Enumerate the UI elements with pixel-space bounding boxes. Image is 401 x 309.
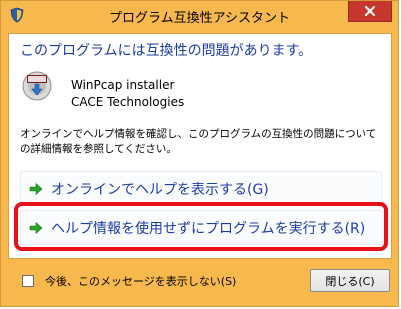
close-button[interactable]: 閉じる(C) xyxy=(310,269,390,292)
description-text: オンラインでヘルプ情報を確認し、このプログラムの互換性の問題についての詳細情報を… xyxy=(20,128,377,155)
program-company: CACE Technologies xyxy=(71,95,185,109)
dialog-content: このプログラムには互換性の問題があります。 WinPcap installer … xyxy=(8,33,392,259)
green-arrow-right-icon xyxy=(29,182,43,195)
option-view-help-online[interactable]: オンラインでヘルプを表示する(G) xyxy=(20,171,382,206)
installer-disc-icon xyxy=(22,71,52,101)
option-run-program[interactable]: ヘルプ情報を使用せずにプログラムを実行する(R) xyxy=(20,210,382,245)
dont-show-again-label[interactable]: 今後、このメッセージを表示しない(S) xyxy=(45,273,236,289)
window-close-button[interactable] xyxy=(348,1,392,22)
close-icon xyxy=(365,6,375,16)
title-bar[interactable]: プログラム互換性アシスタント xyxy=(1,1,398,33)
green-arrow-right-icon xyxy=(29,221,43,234)
option-label: オンラインでヘルプを表示する(G) xyxy=(51,181,269,198)
dont-show-again-checkbox[interactable] xyxy=(22,275,34,287)
compat-assistant-window: プログラム互換性アシスタント このプログラムには互換性の問題があります。 Win… xyxy=(0,0,399,307)
program-name: WinPcap installer xyxy=(71,78,175,92)
option-label: ヘルプ情報を使用せずにプログラムを実行する(R) xyxy=(51,220,366,237)
dialog-footer: 今後、このメッセージを表示しない(S) 閉じる(C) xyxy=(8,259,392,299)
dialog-heading: このプログラムには互換性の問題があります。 xyxy=(20,43,313,59)
window-title: プログラム互換性アシスタント xyxy=(108,11,291,26)
